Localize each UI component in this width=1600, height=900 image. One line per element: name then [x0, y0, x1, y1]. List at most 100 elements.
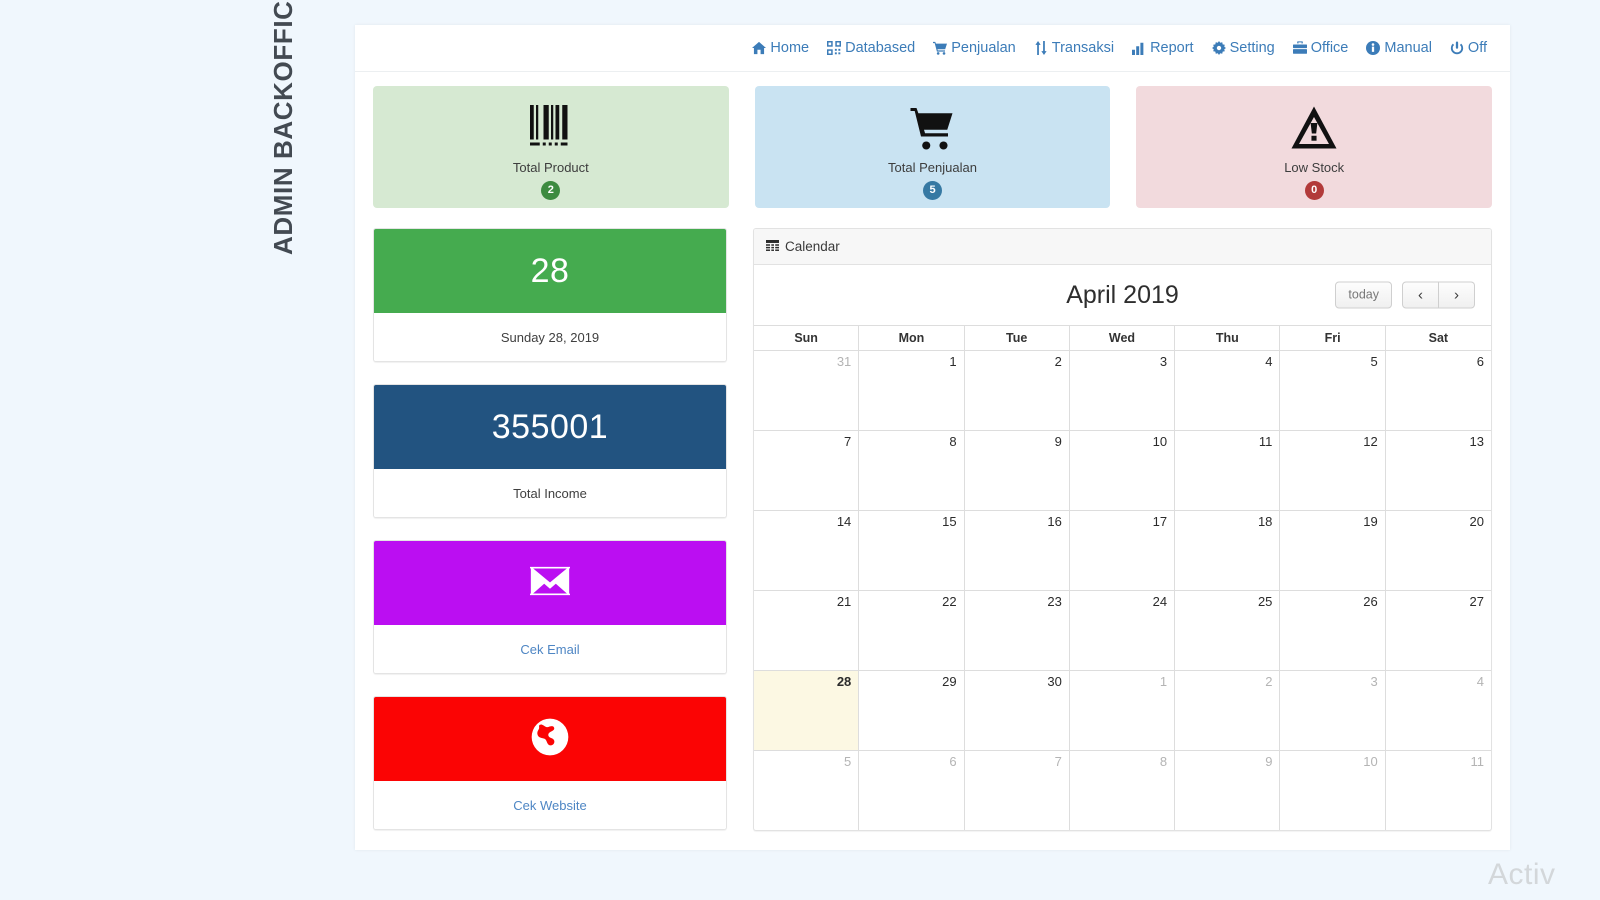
calendar-day-cell[interactable]: 9	[965, 431, 1070, 510]
calendar-week-row: 5 6 7 8 9 10 11	[754, 751, 1491, 830]
calendar-card-header: Calendar	[754, 229, 1491, 265]
power-icon	[1450, 41, 1464, 55]
stat-tile-label: Total Penjualan	[888, 159, 977, 175]
nav-item-setting[interactable]: Setting	[1203, 36, 1284, 60]
calendar-day-cell[interactable]: 10	[1280, 751, 1386, 830]
calendar-day-cell-today[interactable]: 28	[754, 671, 860, 750]
globe-icon	[530, 717, 570, 762]
nav-item-report[interactable]: Report	[1123, 36, 1203, 60]
stat-tile-total-product[interactable]: Total Product 2	[373, 86, 729, 208]
calendar-next-button[interactable]: ›	[1439, 281, 1475, 309]
stat-tile-badge: 5	[923, 180, 942, 200]
calendar-day-cell[interactable]: 27	[1386, 591, 1491, 670]
page-side-title: ADMIN BACKOFFICE DASHBOARD	[267, 0, 298, 255]
calendar-day-cell[interactable]: 16	[965, 511, 1070, 590]
calendar-day-cell[interactable]: 24	[1070, 591, 1176, 670]
calendar-week-row: 7 8 9 10 11 12 13	[754, 431, 1491, 511]
calendar-card-title: Calendar	[785, 239, 840, 254]
calendar-day-cell[interactable]: 1	[1070, 671, 1176, 750]
calendar-prev-button[interactable]: ‹	[1402, 281, 1439, 309]
calendar-day-cell[interactable]: 11	[1386, 751, 1491, 830]
panel-header: 28	[374, 229, 726, 313]
nav-item-transaksi[interactable]: Transaksi	[1025, 36, 1123, 60]
nav-item-penjualan[interactable]: Penjualan	[924, 36, 1025, 60]
panel-caption: Total Income	[374, 469, 726, 517]
calendar-day-cell[interactable]: 18	[1175, 511, 1281, 590]
panel-caption[interactable]: Cek Email	[374, 625, 726, 673]
calendar-day-cell[interactable]: 6	[859, 751, 965, 830]
calendar-day-header: Fri	[1280, 326, 1386, 350]
calendar-day-header: Sun	[754, 326, 860, 350]
nav-item-label: Setting	[1229, 40, 1275, 56]
calendar-day-cell[interactable]: 15	[859, 511, 965, 590]
calendar-weeks: 31 1 2 3 4 5 6 7 8 9 10 11 12 13 14 15 16 17 18 19 20 21 22 23 2…	[754, 351, 1491, 830]
dashboard-root: ADMIN BACKOFFICE DASHBOARD Home Databased…	[0, 0, 1600, 900]
calendar-day-cell[interactable]: 3	[1070, 351, 1176, 430]
calendar-day-cell[interactable]: 17	[1070, 511, 1176, 590]
calendar-day-header: Thu	[1175, 326, 1281, 350]
calendar-icon	[766, 240, 779, 253]
calendar-day-cell[interactable]: 6	[1386, 351, 1491, 430]
calendar-day-cell[interactable]: 7	[754, 431, 860, 510]
stat-tile-total-penjualan[interactable]: Total Penjualan 5	[754, 86, 1111, 208]
calendar-day-cell[interactable]: 8	[859, 431, 965, 510]
calendar-week-row: 21 22 23 24 25 26 27	[754, 591, 1491, 671]
calendar-day-cell[interactable]: 22	[859, 591, 965, 670]
stat-tiles-row: Total Product 2 Total Penjualan 5 Low Stock 0	[373, 86, 1493, 208]
calendar-day-cell[interactable]: 11	[1175, 431, 1281, 510]
calendar-day-cell[interactable]: 30	[965, 671, 1070, 750]
calendar-day-cell[interactable]: 5	[754, 751, 860, 830]
calendar-day-cell[interactable]: 29	[859, 671, 965, 750]
nav-item-manual[interactable]: Manual	[1357, 36, 1441, 60]
calendar-day-cell[interactable]: 21	[754, 591, 860, 670]
calendar-day-cell[interactable]: 26	[1280, 591, 1386, 670]
calendar-day-cell[interactable]: 4	[1175, 351, 1281, 430]
calendar-day-cell[interactable]: 19	[1280, 511, 1386, 590]
nav-item-databased[interactable]: Databased	[818, 36, 924, 60]
stat-tile-badge: 0	[1304, 180, 1324, 200]
calendar-day-cell[interactable]: 25	[1175, 591, 1281, 670]
calendar-day-cell[interactable]: 10	[1070, 431, 1176, 510]
calendar-day-cell[interactable]: 9	[1175, 751, 1281, 830]
nav-item-office[interactable]: Office	[1284, 36, 1358, 60]
calendar-day-cell[interactable]: 20	[1386, 511, 1491, 590]
calendar-day-cell[interactable]: 4	[1386, 671, 1491, 750]
calendar-day-cell[interactable]: 8	[1070, 751, 1176, 830]
calendar-day-cell[interactable]: 13	[1386, 431, 1491, 510]
nav-item-home[interactable]: Home	[743, 36, 818, 60]
calendar-nav-buttons: today ‹ ›	[1335, 281, 1475, 309]
calendar-day-cell[interactable]: 2	[1175, 671, 1281, 750]
calendar-week-row: 14 15 16 17 18 19 20	[754, 511, 1491, 591]
calendar-day-headers: Sun Mon Tue Wed Thu Fri Sat	[754, 326, 1491, 351]
calendar-day-cell[interactable]: 12	[1280, 431, 1386, 510]
left-panel-column: 28 Sunday 28, 2019 355001 Total Income Cek E…	[373, 228, 727, 852]
calendar-day-cell[interactable]: 7	[965, 751, 1070, 830]
barcode-icon	[527, 101, 575, 153]
calendar-column: Calendar April 2019 today ‹ › Sun Mon Tu…	[753, 228, 1492, 852]
stat-tile-low-stock[interactable]: Low Stock 0	[1136, 86, 1493, 208]
nav-item-label: Databased	[845, 40, 916, 56]
info-panel-cek-email: Cek Email	[373, 540, 727, 674]
calendar-day-header: Wed	[1070, 326, 1176, 350]
calendar-toolbar: April 2019 today ‹ ›	[754, 265, 1491, 325]
calendar-week-row: 31 1 2 3 4 5 6	[754, 351, 1491, 431]
calendar-prev-next-group: ‹ ›	[1402, 281, 1475, 309]
stat-tile-label: Total Product	[512, 159, 589, 175]
nav-item-off[interactable]: Off	[1441, 36, 1496, 60]
calendar-day-cell[interactable]: 2	[965, 351, 1070, 430]
calendar-card: Calendar April 2019 today ‹ › Sun Mon Tu…	[753, 228, 1492, 831]
calendar-day-cell[interactable]: 1	[859, 351, 965, 430]
panel-caption[interactable]: Cek Website	[374, 781, 726, 829]
calendar-day-cell[interactable]: 23	[965, 591, 1070, 670]
envelope-icon	[528, 561, 572, 606]
calendar-day-cell[interactable]: 31	[754, 351, 860, 430]
calendar-day-cell[interactable]: 5	[1280, 351, 1386, 430]
calendar-day-header: Mon	[859, 326, 965, 350]
nav-item-label: Report	[1150, 40, 1194, 56]
calendar-today-button[interactable]: today	[1335, 281, 1392, 309]
calendar-day-cell[interactable]: 14	[754, 511, 860, 590]
panel-header	[374, 541, 726, 625]
nav-item-label: Transaksi	[1051, 40, 1115, 56]
calendar-day-cell[interactable]: 3	[1280, 671, 1386, 750]
panel-value: 28	[530, 251, 570, 290]
